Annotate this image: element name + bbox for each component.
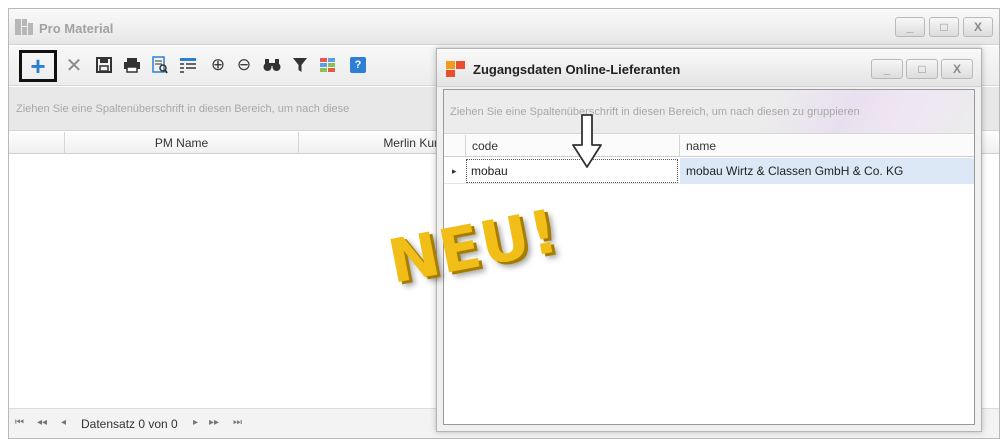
- dialog-column-header: code name: [444, 135, 974, 157]
- title-bar: Pro Material _ □ X: [9, 9, 999, 45]
- dialog-title: Zugangsdaten Online-Lieferanten: [473, 62, 681, 77]
- next-record-button[interactable]: ▸: [193, 417, 198, 428]
- minimize-button[interactable]: _: [895, 17, 925, 37]
- column-name[interactable]: name: [680, 135, 976, 157]
- window-title: Pro Material: [39, 21, 114, 36]
- prev-page-button[interactable]: ◂◂: [37, 417, 47, 428]
- layout-icon: [320, 58, 335, 72]
- print-preview-icon: [152, 56, 168, 74]
- layout-button[interactable]: [315, 52, 341, 78]
- find-button[interactable]: [259, 52, 285, 78]
- dialog-close-button[interactable]: X: [941, 59, 973, 79]
- filter-button[interactable]: [287, 52, 313, 78]
- zoom-out-button[interactable]: ⊖: [231, 52, 257, 78]
- prev-record-button[interactable]: ◂: [61, 417, 66, 428]
- add-button[interactable]: +: [19, 50, 57, 82]
- table-row[interactable]: ▸ mobau mobau Wirtz & Classen GmbH & Co.…: [444, 158, 974, 184]
- help-icon: ?: [350, 57, 366, 73]
- delete-button[interactable]: ✕: [61, 52, 87, 78]
- maximize-button[interactable]: □: [929, 17, 959, 37]
- help-button[interactable]: ?: [345, 52, 371, 78]
- print-icon: [124, 58, 140, 73]
- app-icon: [15, 19, 33, 35]
- filter-icon: [293, 58, 307, 72]
- zoom-in-button[interactable]: ⊕: [205, 52, 231, 78]
- close-button[interactable]: X: [963, 17, 993, 37]
- dialog-title-bar: Zugangsdaten Online-Lieferanten _ □ X: [437, 49, 981, 87]
- save-icon: [96, 57, 112, 73]
- dialog-indicator-column: [444, 135, 466, 157]
- dialog-group-panel[interactable]: Ziehen Sie eine Spaltenüberschrift in di…: [444, 90, 974, 134]
- column-merlin-kurz[interactable]: Merlin Kurz: [299, 132, 449, 154]
- print-button[interactable]: [119, 52, 145, 78]
- indicator-column: [9, 132, 65, 154]
- group-hint: Ziehen Sie eine Spaltenüberschrift in di…: [16, 103, 350, 115]
- column-pm-name[interactable]: PM Name: [65, 132, 299, 154]
- down-arrow-icon: [572, 114, 602, 168]
- window-controls: _ □ X: [895, 17, 993, 37]
- last-record-button[interactable]: ⏭: [233, 417, 242, 428]
- dialog-minimize-button[interactable]: _: [871, 59, 903, 79]
- columns-icon: [180, 58, 196, 73]
- preview-button[interactable]: [147, 52, 173, 78]
- save-button[interactable]: [91, 52, 117, 78]
- dialog-maximize-button[interactable]: □: [906, 59, 938, 79]
- cell-name[interactable]: mobau Wirtz & Classen GmbH & Co. KG: [680, 158, 974, 184]
- first-record-button[interactable]: ⏮: [15, 417, 24, 428]
- binoculars-icon: [263, 59, 281, 71]
- dialog-window-controls: _ □ X: [871, 59, 973, 79]
- next-page-button[interactable]: ▸▸: [209, 417, 219, 428]
- dialog-group-hint: Ziehen Sie eine Spaltenüberschrift in di…: [450, 106, 860, 118]
- columns-button[interactable]: [175, 52, 201, 78]
- dialog-app-icon: [446, 61, 466, 77]
- record-counter: Datensatz 0 von 0: [81, 417, 178, 431]
- row-indicator-icon: ▸: [452, 166, 457, 176]
